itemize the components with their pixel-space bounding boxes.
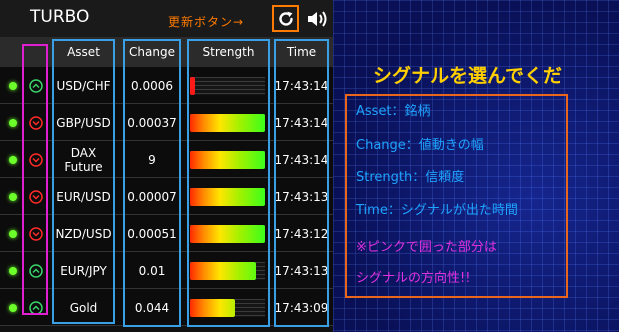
status-dot: [9, 303, 17, 312]
status-dot: [9, 81, 17, 90]
status-dot: [9, 192, 17, 201]
time-column-highlight: [274, 39, 329, 327]
asset-column-highlight: [52, 39, 115, 324]
legend-note-2: シグナルの方向性!!: [356, 271, 471, 286]
refresh-annotation: 更新ボタン→: [168, 15, 245, 29]
legend-strength: Strength：信頼度: [356, 170, 465, 185]
instruction-heading: シグナルを選んでくだ: [373, 65, 563, 87]
status-dot: [9, 155, 17, 164]
status-dot: [9, 118, 17, 127]
legend-asset: Asset：銘柄: [356, 104, 431, 119]
legend-change: Change：値動きの幅: [356, 138, 484, 153]
status-dot: [9, 229, 17, 238]
legend-note-1: ※ピンクで囲った部分は: [356, 240, 497, 255]
strength-column-highlight: [187, 39, 270, 327]
direction-highlight: [22, 44, 48, 315]
status-dot: [9, 266, 17, 275]
legend-time: Time：シグナルが出た時間: [356, 203, 518, 218]
change-column-highlight: [123, 39, 181, 327]
refresh-icon: [278, 11, 293, 26]
sound-button[interactable]: [307, 10, 329, 32]
speaker-icon: [308, 11, 327, 27]
turbo-panel: TURBO 更新ボタン→ Asset Change Strength Time …: [0, 0, 333, 332]
app-title: TURBO: [30, 7, 90, 27]
refresh-button[interactable]: [272, 5, 299, 32]
